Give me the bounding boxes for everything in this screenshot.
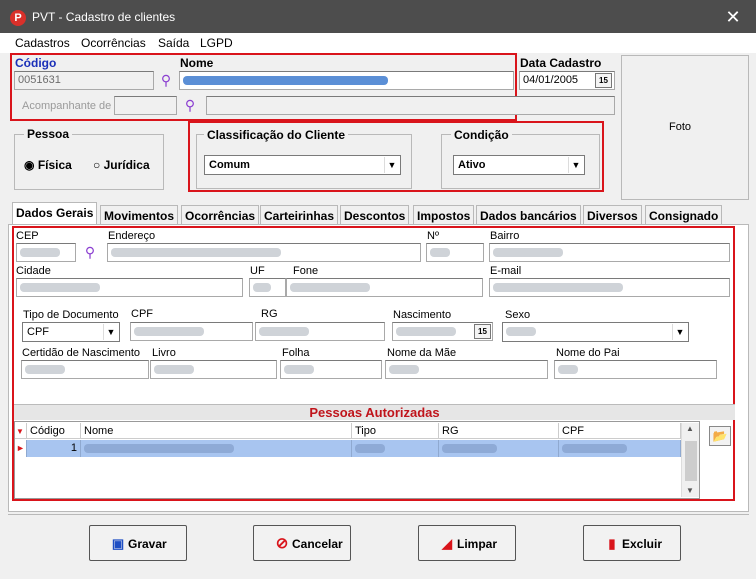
- sexo-select[interactable]: ▼: [502, 322, 689, 342]
- uf-field[interactable]: [249, 278, 286, 297]
- save-icon: ▣: [111, 536, 125, 551]
- col-cpf[interactable]: CPF: [559, 423, 681, 439]
- chevron-down-icon[interactable]: ▼: [686, 486, 694, 495]
- nome-mae-field[interactable]: [385, 360, 548, 379]
- col-tipo[interactable]: Tipo: [352, 423, 439, 439]
- tab-carteirinhas[interactable]: Carteirinhas: [260, 205, 339, 224]
- rg-field[interactable]: [255, 322, 385, 341]
- row-pointer-icon: ►: [15, 440, 27, 457]
- certidao-field[interactable]: [21, 360, 149, 379]
- sexo-label: Sexo: [505, 309, 531, 321]
- foto-label: Foto: [669, 121, 692, 133]
- tab-ocorrencias[interactable]: Ocorrências: [181, 205, 260, 224]
- radio-juridica[interactable]: ○ Jurídica: [93, 158, 150, 172]
- search-icon[interactable]: ⚲: [182, 97, 198, 113]
- livro-field[interactable]: [150, 360, 277, 379]
- scroll-thumb[interactable]: [685, 441, 697, 481]
- tab-dados-bancarios[interactable]: Dados bancários: [476, 205, 581, 224]
- menu-bar: Cadastros Ocorrências Saída LGPD: [0, 33, 756, 53]
- grid-scrollbar[interactable]: ▲ ▼: [681, 423, 699, 497]
- livro-label: Livro: [152, 347, 176, 359]
- tab-impostos[interactable]: Impostos: [413, 205, 475, 224]
- bairro-label: Bairro: [490, 230, 520, 242]
- nascimento-label: Nascimento: [393, 309, 452, 321]
- title-bar: P PVT - Cadastro de clientes ✕: [0, 0, 756, 33]
- search-icon[interactable]: ⚲: [82, 244, 98, 260]
- endereco-field[interactable]: [107, 243, 421, 262]
- cpf-label: CPF: [131, 308, 153, 320]
- numero-field[interactable]: [426, 243, 484, 262]
- tab-movimentos[interactable]: Movimentos: [100, 205, 179, 224]
- cpf-field[interactable]: [130, 322, 253, 341]
- cell-codigo: 1: [27, 440, 81, 457]
- pessoa-label: Pessoa: [24, 127, 73, 141]
- cancel-icon: ⊘: [275, 535, 289, 552]
- acompanhante-codigo-field[interactable]: [114, 96, 177, 115]
- chevron-down-icon: ▼: [103, 324, 118, 340]
- fone-field[interactable]: [286, 278, 483, 297]
- certidao-label: Certidão de Nascimento: [22, 347, 141, 359]
- highlight-classificacao: [188, 121, 604, 192]
- email-label: E-mail: [490, 265, 522, 277]
- folha-label: Folha: [282, 347, 310, 359]
- bairro-field[interactable]: [489, 243, 730, 262]
- endereco-label: Endereço: [108, 230, 156, 242]
- menu-saida[interactable]: Saída: [158, 36, 189, 50]
- cell-cpf: [559, 440, 681, 457]
- nome-pai-field[interactable]: [554, 360, 717, 379]
- calendar-icon[interactable]: 15: [474, 324, 491, 339]
- close-icon[interactable]: ✕: [722, 6, 744, 28]
- chevron-down-icon: ▼: [672, 324, 687, 340]
- folha-field[interactable]: [280, 360, 382, 379]
- radio-fisica[interactable]: ◉ Física: [24, 158, 72, 172]
- numero-label: Nº: [427, 230, 439, 242]
- chevron-up-icon[interactable]: ▲: [686, 424, 694, 433]
- tab-diversos[interactable]: Diversos: [583, 205, 642, 224]
- sort-indicator-icon: ▼: [15, 423, 27, 439]
- excluir-button[interactable]: ▮ Excluir: [583, 525, 681, 561]
- divider: [8, 514, 749, 515]
- calendar-icon[interactable]: 15: [595, 73, 612, 88]
- nome-pai-label: Nome do Pai: [556, 347, 620, 359]
- cidade-label: Cidade: [16, 265, 51, 277]
- data-cadastro-label: Data Cadastro: [520, 56, 602, 70]
- gravar-button[interactable]: ▣ Gravar: [89, 525, 187, 561]
- cep-label: CEP: [16, 230, 39, 242]
- tab-descontos[interactable]: Descontos: [340, 205, 410, 224]
- col-codigo[interactable]: Código: [27, 423, 81, 439]
- cep-field[interactable]: [16, 243, 76, 262]
- window-title: PVT - Cadastro de clientes: [32, 10, 176, 24]
- eraser-icon: ◢: [442, 536, 452, 551]
- app-icon: P: [10, 10, 26, 26]
- tipo-documento-label: Tipo de Documento: [23, 309, 119, 321]
- nome-mae-label: Nome da Mãe: [387, 347, 457, 359]
- folder-open-icon[interactable]: 📂: [709, 426, 731, 446]
- menu-ocorrencias[interactable]: Ocorrências: [81, 36, 146, 50]
- acompanhante-label: Acompanhante de: [22, 100, 112, 112]
- email-field[interactable]: [489, 278, 730, 297]
- col-rg[interactable]: RG: [439, 423, 559, 439]
- limpar-button[interactable]: ◢ Limpar: [418, 525, 516, 561]
- autorizadas-title: Pessoas Autorizadas: [14, 404, 735, 420]
- rg-label: RG: [261, 308, 278, 320]
- menu-cadastros[interactable]: Cadastros: [15, 36, 70, 50]
- cell-tipo: [352, 440, 439, 457]
- trash-icon: ▮: [608, 536, 616, 551]
- tipo-documento-select[interactable]: CPF ▼: [22, 322, 120, 342]
- cell-nome: [81, 440, 352, 457]
- tab-dados-gerais[interactable]: Dados Gerais: [12, 202, 98, 225]
- tab-consignado[interactable]: Consignado: [645, 205, 723, 224]
- cancelar-button[interactable]: ⊘ Cancelar: [253, 525, 351, 561]
- menu-lgpd[interactable]: LGPD: [200, 36, 233, 50]
- fone-label: Fone: [293, 265, 319, 277]
- uf-label: UF: [250, 265, 265, 277]
- col-nome[interactable]: Nome: [81, 423, 352, 439]
- cidade-field[interactable]: [16, 278, 243, 297]
- cell-rg: [439, 440, 559, 457]
- acompanhante-nome-field[interactable]: [206, 96, 615, 115]
